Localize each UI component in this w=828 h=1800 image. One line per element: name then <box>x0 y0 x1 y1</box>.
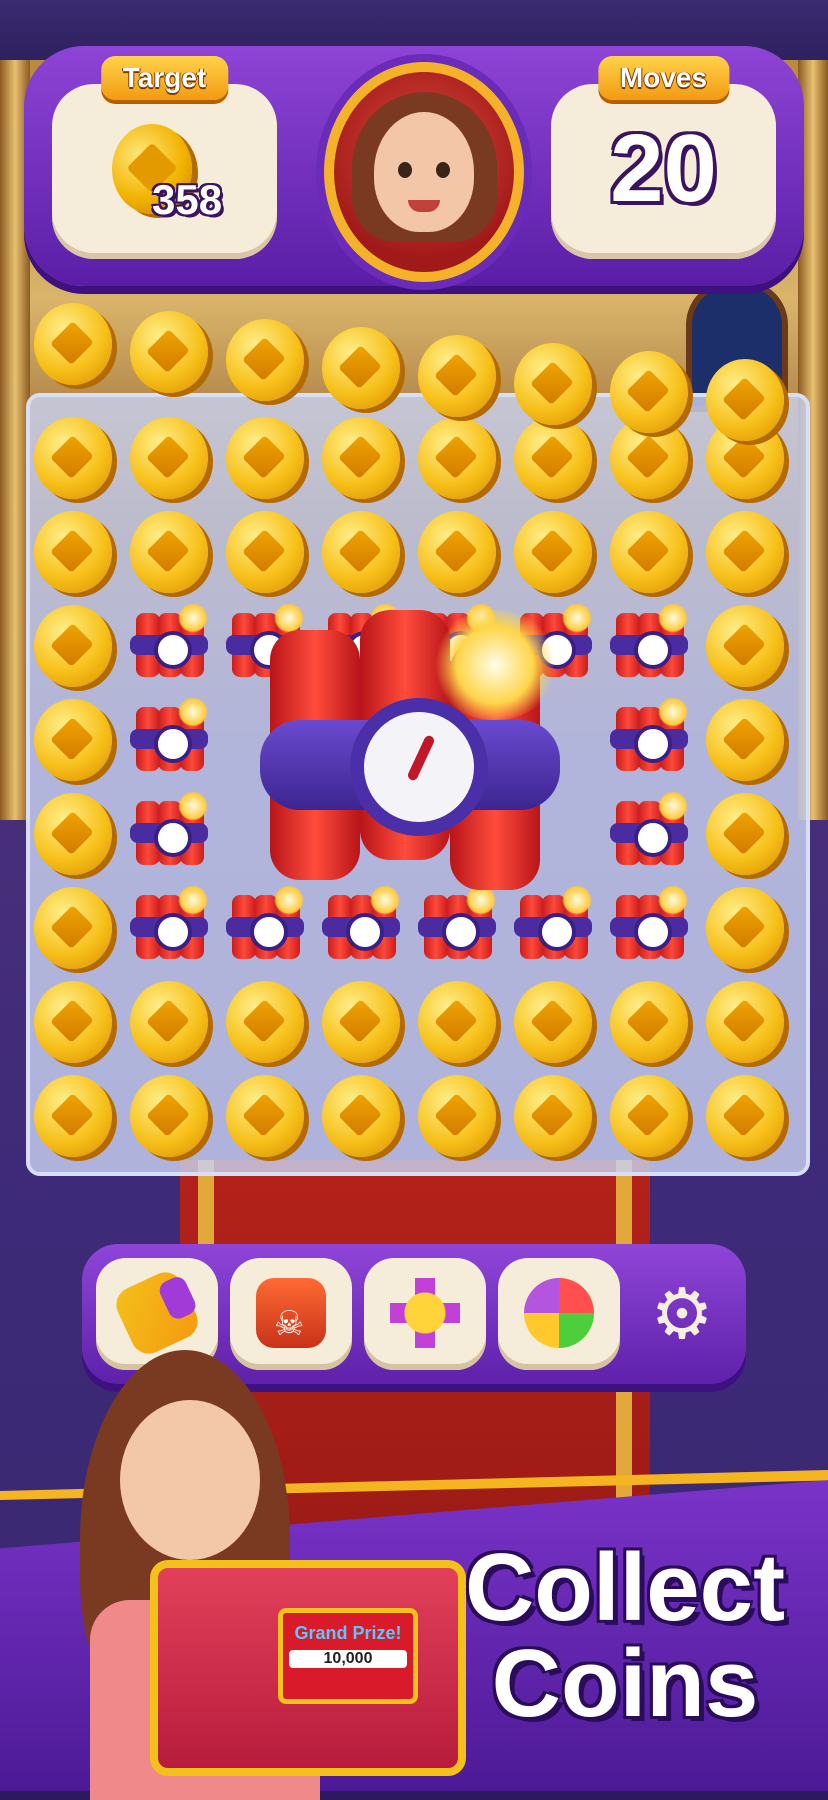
coin-tile[interactable] <box>130 417 208 499</box>
coin-tile[interactable] <box>130 981 208 1063</box>
coin-tile[interactable] <box>322 981 400 1063</box>
falling-coin <box>418 335 496 417</box>
bomb-icon <box>256 1278 326 1348</box>
coin-tile[interactable] <box>706 887 784 969</box>
moves-count: 20 <box>610 115 717 222</box>
coin-tile[interactable] <box>322 1075 400 1157</box>
tnt-tile[interactable] <box>608 603 690 685</box>
coin-tile[interactable] <box>514 1075 592 1157</box>
tnt-tile[interactable] <box>128 791 210 873</box>
coin-tile[interactable] <box>706 699 784 781</box>
gear-icon[interactable]: ⚙ <box>642 1274 722 1354</box>
tnt-tile[interactable] <box>608 791 690 873</box>
timer-dial-icon <box>350 698 488 836</box>
falling-coin <box>610 351 688 433</box>
portrait-eye-right <box>436 162 450 178</box>
coin-tile[interactable] <box>226 417 304 499</box>
hammer-icon <box>110 1266 204 1360</box>
coin-tile[interactable] <box>610 511 688 593</box>
cross-blast-icon <box>390 1278 460 1348</box>
moves-panel: Moves 20 <box>551 56 776 259</box>
portrait-eye-left <box>398 162 412 178</box>
tnt-tile[interactable] <box>128 603 210 685</box>
big-dynamite-bomb[interactable] <box>260 610 560 920</box>
headline-line1: Collect <box>464 1534 786 1641</box>
coin-tile[interactable] <box>226 981 304 1063</box>
tnt-tile[interactable] <box>608 885 690 967</box>
grand-prize-sign: Grand Prize! 10,000 <box>278 1608 418 1704</box>
coin-tile[interactable] <box>34 887 112 969</box>
booster-pinwheel-button[interactable] <box>498 1258 620 1370</box>
coin-tile[interactable] <box>322 511 400 593</box>
coin-tile[interactable] <box>706 793 784 875</box>
falling-coin <box>130 311 208 393</box>
tnt-tile[interactable] <box>128 697 210 779</box>
moves-label: Moves <box>597 56 730 100</box>
coin-tile[interactable] <box>322 417 400 499</box>
fuse-spark-icon <box>430 610 560 720</box>
coin-tile[interactable] <box>706 1075 784 1157</box>
falling-coin <box>322 327 400 409</box>
portrait-mouth <box>408 200 440 212</box>
prize-amount: 10,000 <box>289 1650 407 1668</box>
coin-tile[interactable] <box>610 981 688 1063</box>
coin-tile[interactable] <box>514 417 592 499</box>
coin-tile[interactable] <box>34 511 112 593</box>
promo-headline: Collect Coins <box>430 1540 820 1732</box>
coin-tile[interactable] <box>226 1075 304 1157</box>
coin-tile[interactable] <box>418 417 496 499</box>
pinwheel-icon <box>524 1278 594 1348</box>
coin-tile[interactable] <box>706 981 784 1063</box>
coin-tile[interactable] <box>514 981 592 1063</box>
coin-tile[interactable] <box>34 417 112 499</box>
coin-tile[interactable] <box>226 511 304 593</box>
coin-tile[interactable] <box>706 511 784 593</box>
coin-tile[interactable] <box>130 1075 208 1157</box>
coin-tile[interactable] <box>514 511 592 593</box>
falling-coin <box>514 343 592 425</box>
prize-title: Grand Prize! <box>294 1623 402 1643</box>
coin-tile[interactable] <box>418 981 496 1063</box>
coin-tile[interactable] <box>34 981 112 1063</box>
coin-tile[interactable] <box>34 793 112 875</box>
coin-tile[interactable] <box>610 1075 688 1157</box>
target-label: Target <box>100 56 229 100</box>
tnt-tile[interactable] <box>608 697 690 779</box>
coin-tile[interactable] <box>418 511 496 593</box>
target-count: 358 <box>152 176 223 223</box>
top-hud: Target 358 Moves 20 <box>24 46 804 286</box>
tnt-tile[interactable] <box>128 885 210 967</box>
portrait-face <box>374 112 474 232</box>
coin-tile[interactable] <box>34 605 112 687</box>
falling-coin <box>34 303 112 385</box>
character-face <box>120 1400 260 1560</box>
character-portrait <box>324 62 524 282</box>
coin-tile[interactable] <box>130 511 208 593</box>
falling-coin <box>226 319 304 401</box>
coin-tile[interactable] <box>34 699 112 781</box>
coin-tile[interactable] <box>418 1075 496 1157</box>
coin-tile[interactable] <box>706 605 784 687</box>
target-panel: Target 358 <box>52 56 277 259</box>
coin-tile[interactable] <box>34 1075 112 1157</box>
falling-coin <box>706 359 784 441</box>
headline-line2: Coins <box>491 1630 759 1737</box>
